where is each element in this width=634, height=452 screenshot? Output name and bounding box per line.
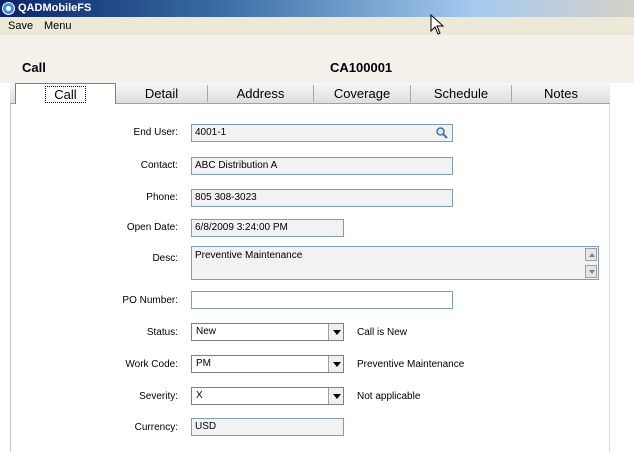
scroll-up-button[interactable] [585, 248, 597, 261]
desc-label: Desc: [152, 253, 178, 264]
menu-bar: Save Menu [0, 17, 634, 35]
status-select[interactable]: New [191, 323, 344, 341]
tab-call[interactable]: Call [15, 83, 116, 104]
desc-field[interactable]: Preventive Maintenance [191, 246, 599, 280]
status-label: Status: [146, 327, 178, 338]
phone-field[interactable]: 805 308-3023 [191, 189, 453, 207]
tab-schedule[interactable]: Schedule [411, 83, 511, 104]
page-header: Call CA100001 [0, 35, 634, 83]
open-date-field[interactable]: 6/8/2009 3:24:00 PM [191, 219, 344, 237]
record-id: CA100001 [330, 60, 393, 75]
app-icon [2, 2, 15, 15]
end-user-value: 4001-1 [195, 127, 227, 138]
tab-detail[interactable]: Detail [116, 83, 207, 104]
search-icon[interactable] [435, 126, 449, 140]
work-code-value: PM [196, 358, 211, 369]
currency-label: Currency: [134, 422, 178, 433]
page-title: Call [22, 60, 46, 75]
desc-scrollbar[interactable] [585, 248, 597, 278]
po-number-label: PO Number: [122, 295, 178, 306]
severity-select[interactable]: X [191, 387, 344, 405]
work-code-select[interactable]: PM [191, 355, 344, 373]
severity-note: Not applicable [357, 391, 421, 402]
window-title: QADMobileFS [18, 2, 92, 14]
scroll-down-button[interactable] [585, 265, 597, 278]
save-menu-item[interactable]: Save [8, 20, 33, 32]
form-left-border [10, 104, 11, 452]
open-date-label: Open Date: [126, 222, 178, 233]
chevron-down-icon[interactable] [328, 388, 343, 404]
desc-value: Preventive Maintenance [195, 250, 303, 261]
tab-bar: Call Detail Address Coverage Schedule No… [10, 83, 610, 104]
tab-notes[interactable]: Notes [512, 83, 610, 104]
chevron-down-icon[interactable] [328, 356, 343, 372]
form-right-border [609, 104, 610, 452]
end-user-label: End User: [133, 127, 178, 138]
menu-menu-item[interactable]: Menu [44, 20, 72, 32]
chevron-down-icon[interactable] [328, 324, 343, 340]
status-note: Call is New [357, 327, 408, 338]
work-code-label: Work Code: [125, 359, 178, 370]
tab-call-label: Call [45, 86, 86, 103]
title-bar: QADMobileFS [0, 0, 634, 17]
tab-coverage[interactable]: Coverage [314, 83, 410, 104]
severity-value: X [196, 390, 203, 401]
tab-address[interactable]: Address [208, 83, 313, 104]
work-code-note: Preventive Maintenance [357, 359, 465, 370]
severity-label: Severity: [139, 391, 178, 402]
contact-field[interactable]: ABC Distribution A [191, 157, 453, 175]
po-number-input[interactable] [191, 291, 453, 309]
contact-label: Contact: [140, 160, 178, 171]
mouse-cursor-icon [430, 14, 445, 35]
status-value: New [196, 326, 217, 337]
end-user-field[interactable]: 4001-1 [191, 124, 453, 142]
currency-field[interactable]: USD [191, 418, 344, 436]
phone-label: Phone: [146, 192, 178, 203]
